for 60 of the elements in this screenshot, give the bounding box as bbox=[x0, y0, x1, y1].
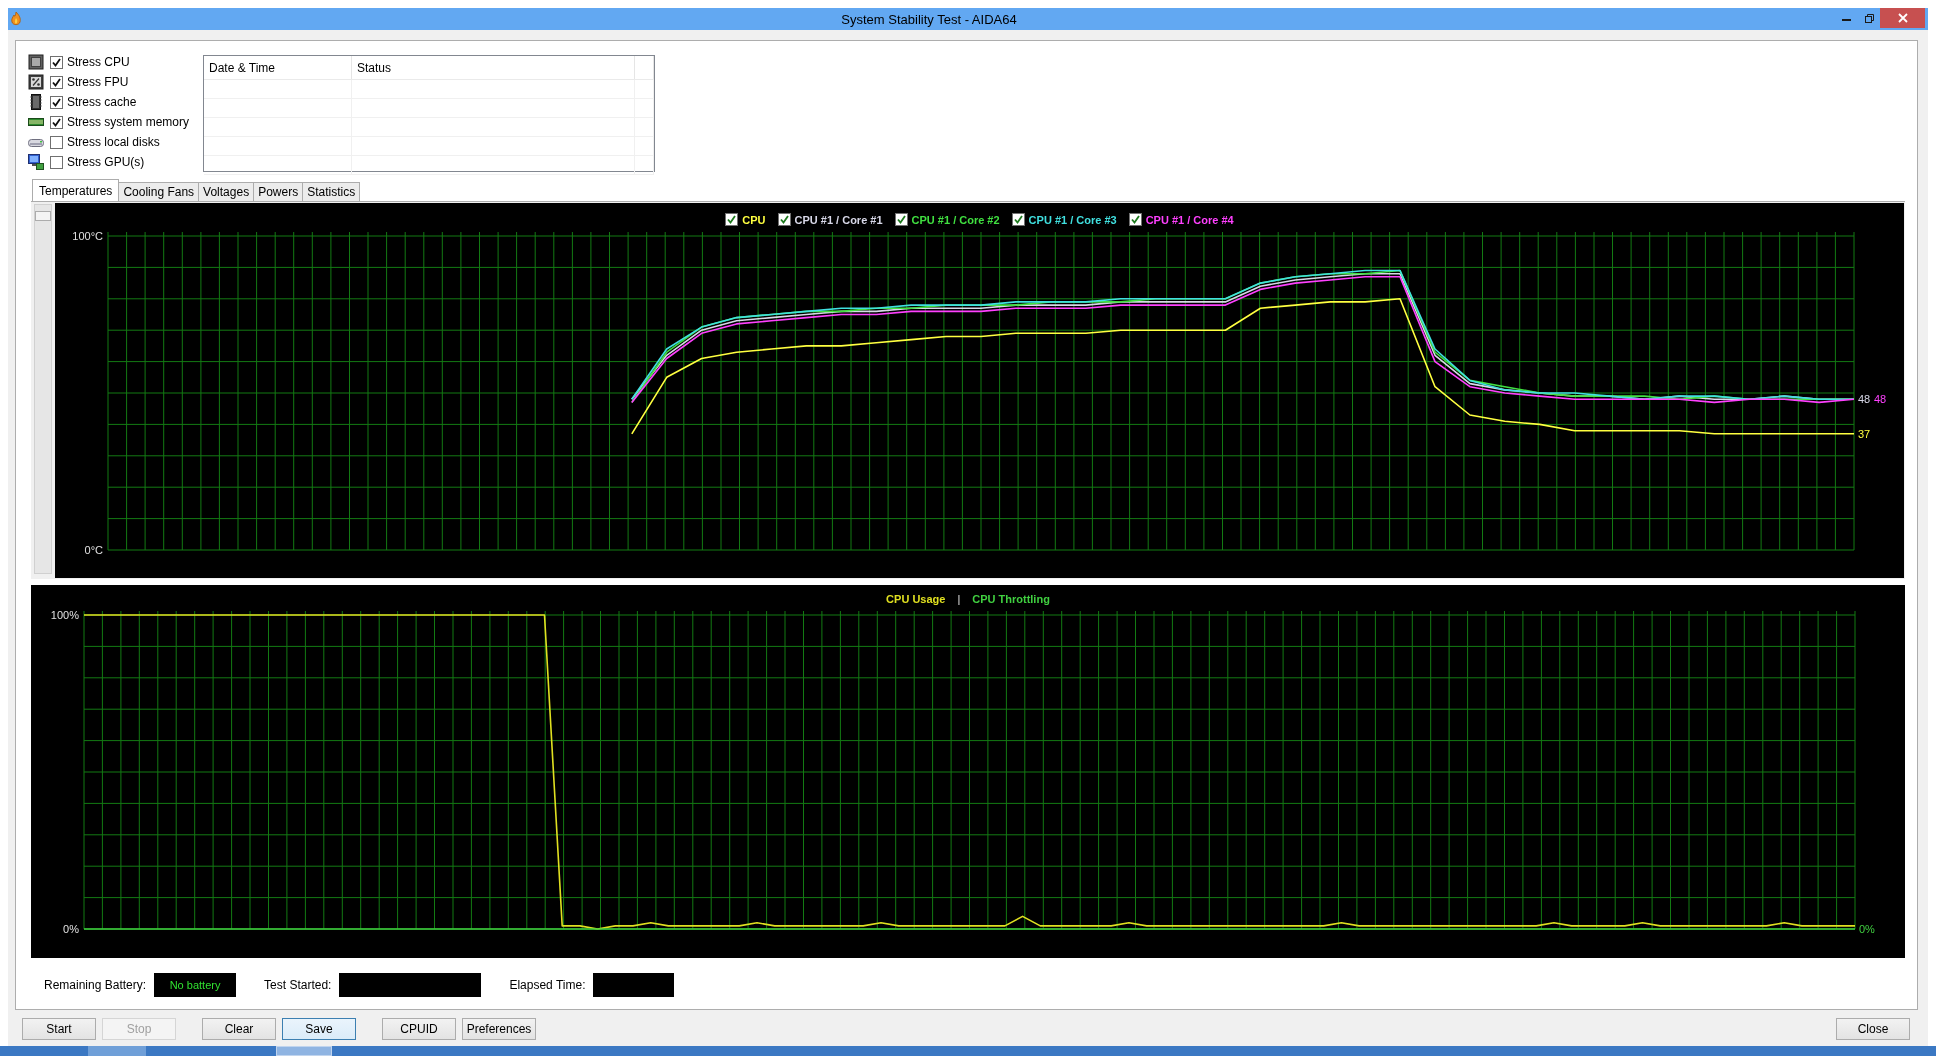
value-label: 0% bbox=[1859, 923, 1875, 935]
push-button[interactable]: CPUID bbox=[382, 1018, 456, 1040]
restore-icon[interactable] bbox=[1864, 13, 1874, 23]
scrollbar[interactable] bbox=[34, 204, 52, 574]
legend-checkbox[interactable] bbox=[1011, 213, 1025, 226]
push-button[interactable]: Clear bbox=[202, 1018, 276, 1040]
legend-label: CPU #1 / Core #4 bbox=[1145, 213, 1234, 226]
checkbox[interactable] bbox=[50, 95, 63, 109]
value-field: No battery bbox=[154, 973, 237, 997]
checkbox-label[interactable]: Stress GPU(s) bbox=[67, 155, 145, 169]
chip-icon bbox=[28, 94, 44, 110]
push-button[interactable]: Start bbox=[22, 1018, 96, 1040]
checkbox[interactable] bbox=[50, 75, 63, 89]
push-button[interactable]: Preferences bbox=[462, 1018, 536, 1040]
scrollbar-thumb[interactable] bbox=[35, 211, 51, 221]
legend-label: CPU Usage bbox=[886, 593, 946, 605]
value-label: 48 bbox=[1874, 393, 1887, 406]
value-label: 37 bbox=[1858, 427, 1871, 440]
legend-checkbox[interactable] bbox=[894, 213, 908, 226]
column-header[interactable]: Date & Time bbox=[204, 56, 352, 79]
status-label: Remaining Battery: bbox=[44, 978, 147, 992]
checkbox[interactable] bbox=[50, 115, 63, 129]
monitor-icon bbox=[28, 154, 44, 170]
chip-icon bbox=[28, 74, 44, 90]
checkbox-label[interactable]: Stress system memory bbox=[67, 115, 189, 129]
legend-label: CPU #1 / Core #1 bbox=[794, 213, 883, 226]
legend-checkbox[interactable] bbox=[1128, 213, 1142, 226]
legend-label: CPU Throttling bbox=[972, 593, 1050, 605]
tab[interactable]: Powers bbox=[253, 182, 304, 201]
axis-label: 0°C bbox=[84, 544, 103, 556]
flame-icon bbox=[10, 11, 22, 27]
status-label: Elapsed Time: bbox=[509, 978, 586, 992]
legend-separator: | bbox=[957, 593, 961, 605]
axis-label: 100°C bbox=[72, 230, 103, 242]
checkbox[interactable] bbox=[50, 55, 63, 69]
column-header[interactable]: Status bbox=[352, 56, 635, 79]
close-icon[interactable] bbox=[1897, 13, 1908, 23]
tab[interactable]: Voltages bbox=[198, 182, 255, 201]
legend-label: CPU bbox=[742, 213, 766, 226]
legend-label: CPU #1 / Core #2 bbox=[911, 213, 1000, 226]
legend-label: CPU #1 / Core #3 bbox=[1028, 213, 1117, 226]
close-button[interactable] bbox=[1880, 8, 1925, 28]
tab[interactable]: Cooling Fans bbox=[118, 182, 200, 201]
legend-checkbox[interactable] bbox=[777, 213, 791, 226]
checkbox[interactable] bbox=[50, 155, 63, 169]
checkbox-label[interactable]: Stress cache bbox=[67, 95, 137, 109]
tab[interactable]: Temperatures bbox=[32, 179, 120, 201]
value-label: 48 bbox=[1858, 393, 1871, 406]
tab[interactable]: Statistics bbox=[302, 182, 361, 201]
checkbox-label[interactable]: Stress CPU bbox=[67, 55, 130, 69]
axis-label: 0% bbox=[63, 923, 79, 935]
push-button[interactable]: Save bbox=[282, 1018, 356, 1040]
checkbox[interactable] bbox=[50, 135, 63, 149]
legend-checkbox[interactable] bbox=[725, 213, 739, 226]
status-label: Test Started: bbox=[264, 978, 332, 992]
axis-label: 100% bbox=[50, 609, 79, 621]
checkbox-label[interactable]: Stress FPU bbox=[67, 75, 129, 89]
checkbox-label[interactable]: Stress local disks bbox=[67, 135, 160, 149]
window-title: System Stability Test - AIDA64 bbox=[840, 11, 1018, 27]
chip-icon bbox=[28, 54, 44, 70]
